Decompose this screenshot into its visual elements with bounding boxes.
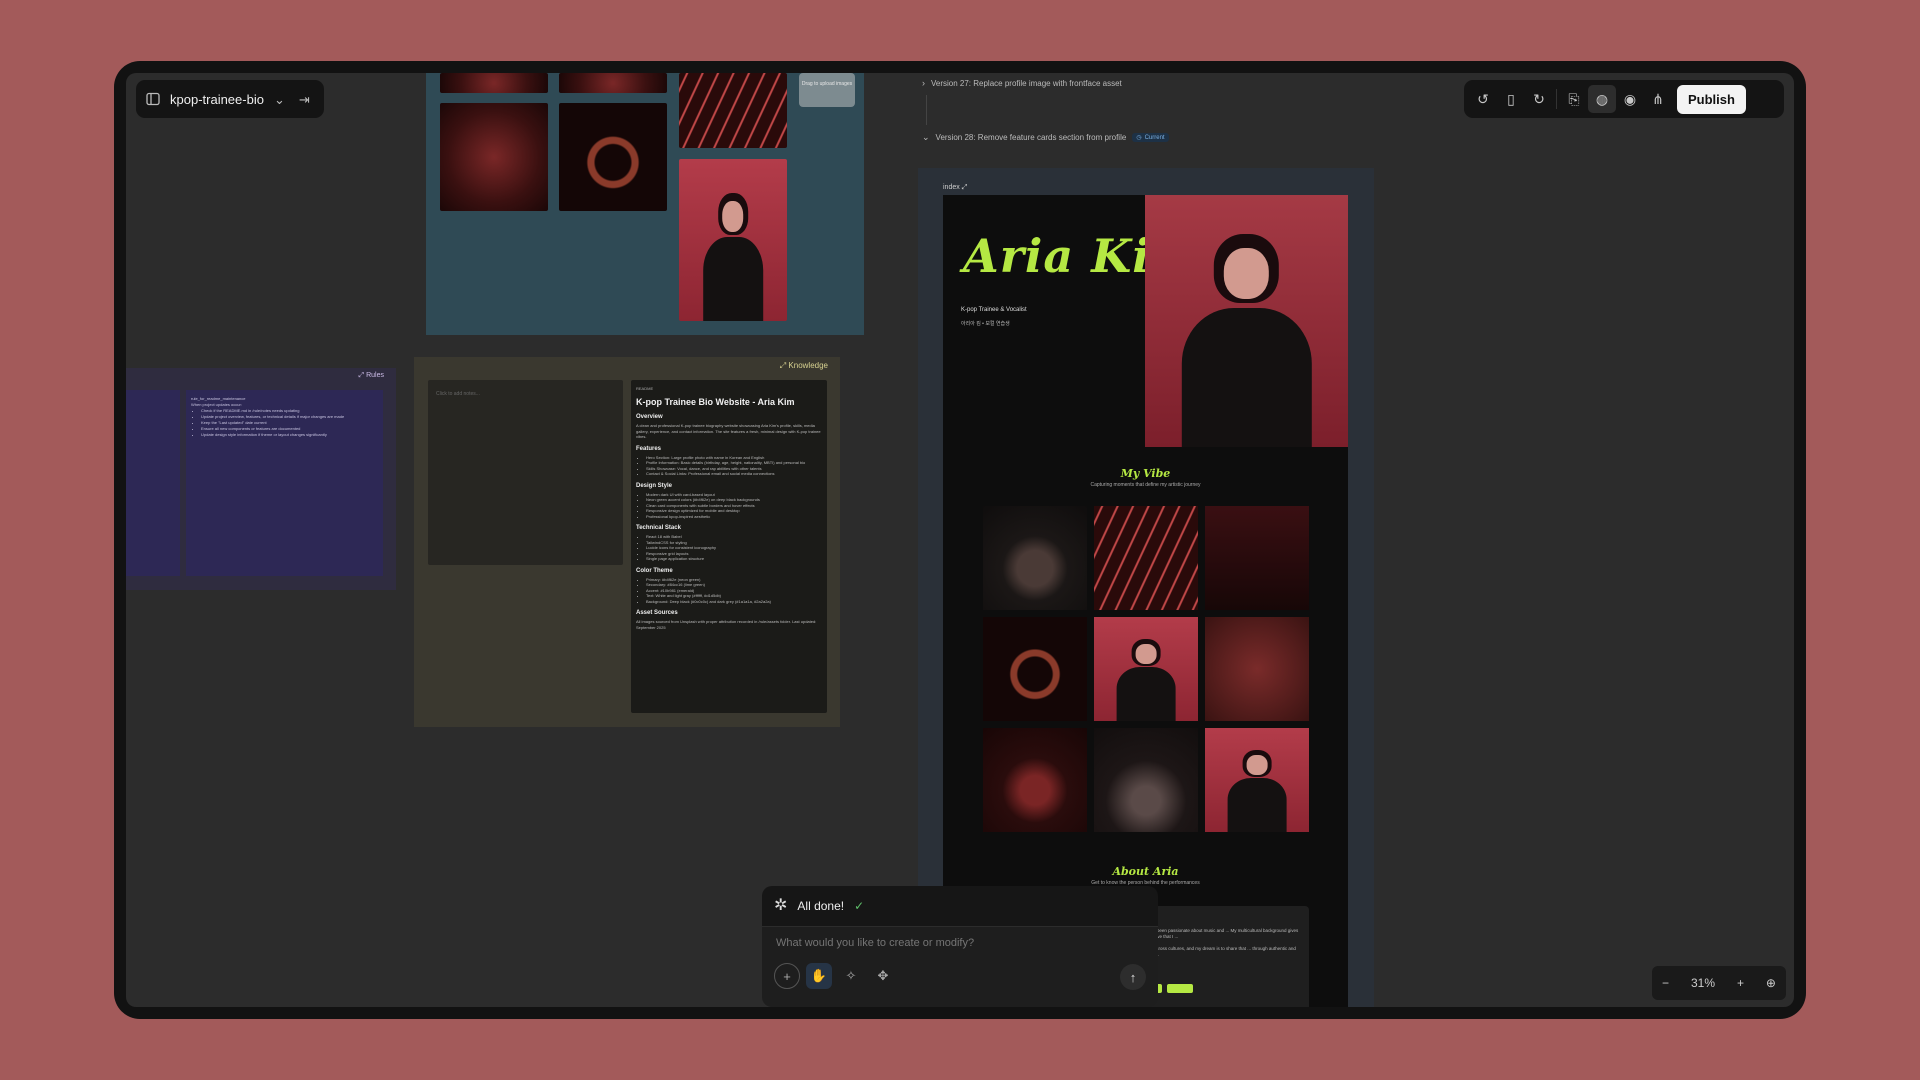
chat-status-bar: ✲ All done! ✓ [762,886,1158,926]
app-window: kpop-trainee-bio ⌄ ⇥ Drag to upload imag… [114,61,1806,1019]
history-icon[interactable]: ↺ [1469,85,1497,113]
gallery-image-ring[interactable] [983,617,1087,721]
sidebar-toggle-icon[interactable] [146,92,160,106]
rules-card[interactable]: ⤢ Rules rule_for_readme_maintenance When… [126,368,396,590]
magic-select-icon[interactable]: ✧ [838,963,864,989]
check-icon: ✓ [854,899,865,913]
toolbar-divider [1556,89,1557,109]
readme-item: Contact & Social Links: Professional ema… [646,471,822,477]
about-title: About Aria [1112,865,1179,878]
readme-item: Background: Deep black (#0c0c0c) and dar… [646,599,822,605]
version-connector [926,95,927,125]
vibe-title: My Vibe [1120,467,1171,480]
send-button[interactable]: ↑ [1120,964,1146,990]
readme-section-heading: Design Style [636,482,673,489]
version-27-row[interactable]: › Version 27: Replace profile image with… [922,79,1122,89]
preview-frame[interactable]: index ⤢ Aria Kim K-pop Trainee & Vocalis… [918,168,1374,1007]
zoom-control: − 31% + ⊕ [1652,966,1786,1000]
readme-item: Single page application structure [646,556,822,562]
hero-photo [1145,195,1348,447]
gallery-image-lights[interactable] [1094,506,1198,610]
gallery-image-chair[interactable] [983,506,1087,610]
board-image-cracked[interactable] [440,103,548,211]
knowledge-card[interactable]: ⤢ Knowledge Click to add notes... README… [414,357,840,727]
collapse-right-icon[interactable]: ⇥ [299,93,310,106]
chat-tools: + ✋ ✧ ✥ [774,963,896,989]
readme-label: README [636,386,654,391]
move-tool-icon[interactable]: ✥ [870,963,896,989]
chevron-down-icon[interactable]: ⌄ [274,93,285,106]
readme-item: Profile Information: Basic details (birt… [646,460,822,466]
chat-status-text: All done! [797,899,845,913]
readme-section-heading: Technical Stack [636,525,681,531]
readme-section-heading: Color Theme [636,567,673,574]
knowledge-badge[interactable]: ⤢ Knowledge [780,361,828,371]
refresh-icon[interactable]: ↻ [1525,85,1553,113]
palette-icon[interactable]: ◍ [1588,85,1616,113]
chevron-right-icon[interactable]: › [922,79,925,88]
chat-composer: + ✋ ✧ ✥ ↑ [762,926,1158,1007]
current-badge-label: Current [1144,134,1165,141]
rules-content[interactable]: rule_for_readme_maintenance When project… [186,390,383,576]
preview-tab-label: index [943,184,960,191]
eye-icon[interactable]: ◉ [1616,85,1644,113]
board-image-ring[interactable] [559,103,667,211]
expand-icon[interactable]: ⤢ [962,184,968,191]
preview-tab[interactable]: index ⤢ [943,184,967,192]
gallery-image-smoke[interactable] [1094,728,1198,832]
version-27-label: Version 27: Replace profile image with f… [931,79,1122,88]
notes-area[interactable]: Click to add notes... [428,380,623,565]
skill-tag [1167,984,1193,993]
rules-badge[interactable]: ⤢ Rules [359,372,384,380]
zoom-in-button[interactable]: + [1737,976,1744,990]
board-image[interactable] [440,73,548,93]
chat-input[interactable] [776,937,1136,949]
readme-title: K-pop Trainee Bio Website - Aria Kim [636,397,795,407]
agent-logo-icon: ✲ [774,897,788,914]
gallery-image-cracked[interactable] [1205,617,1309,721]
current-badge: ◷ Current [1132,133,1169,142]
board-image-portrait[interactable] [679,159,787,321]
project-switcher[interactable]: kpop-trainee-bio ⌄ ⇥ [136,80,324,118]
version-28-label: Version 28: Remove feature cards section… [935,133,1127,142]
rules-item: Update design style information if theme… [201,432,378,438]
vibe-gallery [983,506,1309,832]
readme-section-heading: Asset Sources [636,610,678,616]
version-28-row[interactable]: ⌄ Version 28: Remove feature cards secti… [922,133,1169,142]
readme-section-heading: Overview [636,414,663,420]
gallery-image-city[interactable] [1205,506,1309,610]
readme-paragraph: A clean and professional K-pop trainee b… [636,423,821,439]
skill-tags [1153,984,1193,993]
add-attachment-icon[interactable]: + [774,963,800,989]
image-board[interactable]: Drag to upload images [426,73,864,335]
readme-document[interactable]: README K-pop Trainee Bio Website - Aria … [631,380,827,713]
code-file-icon[interactable]: ⎘ [1560,85,1588,113]
zoom-out-button[interactable]: − [1662,976,1669,990]
gallery-image-portrait-2[interactable] [1205,728,1309,832]
project-name[interactable]: kpop-trainee-bio [170,92,264,107]
gallery-image-drink[interactable] [983,728,1087,832]
clock-icon: ◷ [1136,135,1142,141]
fit-screen-icon[interactable]: ⊕ [1766,976,1776,990]
readme-section-heading: Features [636,445,662,452]
top-toolbar: ↺ ▯ ↻ ⎘ ◍ ◉ ⋔ Publish [1464,80,1784,118]
hand-tool-icon[interactable]: ✋ [806,963,832,989]
gallery-image-portrait[interactable] [1094,617,1198,721]
readme-item: Professional kpop-inspired aesthetic [646,514,822,520]
hero-subtitle: K-pop Trainee & Vocalist [961,307,1027,313]
share-icon[interactable]: ⋔ [1644,85,1672,113]
drop-upload-zone[interactable]: Drag to upload images [799,73,855,107]
zoom-level[interactable]: 31% [1691,976,1715,990]
mobile-view-icon[interactable]: ▯ [1497,85,1525,113]
hero-korean: 아리아 킴 • 보컬 연습생 [961,321,1010,327]
board-image-lights[interactable] [679,73,787,148]
design-canvas[interactable]: kpop-trainee-bio ⌄ ⇥ Drag to upload imag… [126,73,1794,1007]
vibe-subtitle: Capturing moments that define my artisti… [1090,482,1201,488]
chevron-down-icon[interactable]: ⌄ [922,133,930,142]
board-image[interactable] [559,73,667,93]
rules-panel-left [126,390,180,576]
publish-button[interactable]: Publish [1677,84,1746,114]
readme-paragraph: All images sourced from Unsplash with pr… [636,619,817,630]
